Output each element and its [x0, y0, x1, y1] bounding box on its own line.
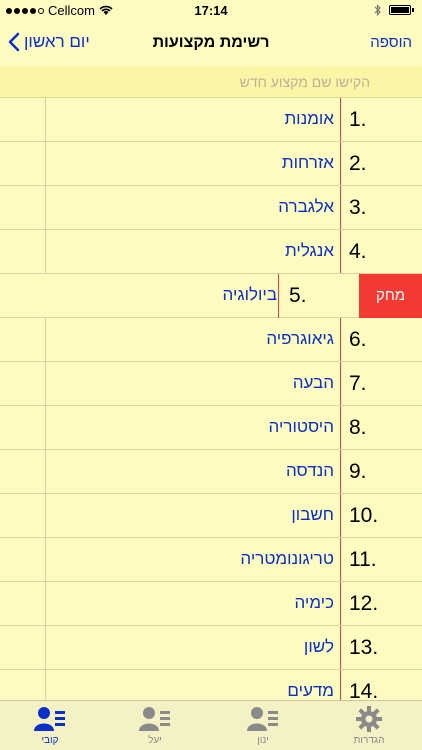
- item-number: 1.: [349, 108, 367, 131]
- gear-icon: [356, 706, 382, 732]
- add-button[interactable]: הוספה: [370, 34, 412, 51]
- new-subject-input[interactable]: [70, 71, 370, 93]
- item-name: כימיה: [294, 593, 334, 612]
- list-item[interactable]: 14. מדעים: [0, 670, 422, 700]
- tab-settings[interactable]: הגדרות: [334, 705, 404, 746]
- margin-line-red: [278, 274, 279, 318]
- item-name: אומנות: [284, 109, 334, 128]
- list-item[interactable]: 2. אזרחות: [0, 142, 422, 186]
- item-number: 7.: [349, 372, 367, 395]
- navigation-bar: יום ראשון רשימת מקצועות הוספה: [0, 22, 422, 66]
- tab-yael[interactable]: יעל: [120, 705, 190, 746]
- contact-card-icon: [247, 707, 278, 731]
- item-number: 8.: [349, 416, 367, 439]
- item-name: מדעים: [287, 681, 334, 700]
- tab-bar: קובי יעל ינון הגדרות: [0, 700, 422, 750]
- item-name: גיאוגרפיה: [266, 329, 334, 348]
- list-item[interactable]: 6. גיאוגרפיה: [0, 318, 422, 362]
- list-item-swiped[interactable]: 5. ביולוגיה מחק: [0, 274, 422, 318]
- item-name: טריגונומטריה: [240, 549, 334, 568]
- contact-card-icon: [34, 707, 65, 731]
- item-name: ביולוגיה: [222, 285, 277, 304]
- tab-label: הגדרות: [353, 735, 385, 746]
- item-name: היסטוריה: [268, 417, 334, 436]
- status-time: 17:14: [194, 3, 228, 18]
- tab-label: ינון: [257, 735, 269, 746]
- item-number: 9.: [349, 460, 367, 483]
- tab-yinon[interactable]: ינון: [228, 705, 298, 746]
- item-name: לשון: [303, 637, 334, 656]
- list-item[interactable]: 13. לשון: [0, 626, 422, 670]
- item-number: 11.: [349, 548, 377, 571]
- delete-button[interactable]: מחק: [359, 274, 422, 318]
- list-item[interactable]: 3. אלגברה: [0, 186, 422, 230]
- item-number: 10.: [349, 504, 379, 527]
- item-name: הנדסה: [285, 461, 334, 480]
- item-number: 2.: [349, 152, 367, 175]
- page-title: רשימת מקצועות: [152, 34, 270, 51]
- item-name: אלגברה: [278, 197, 334, 216]
- item-name: אנגלית: [285, 241, 334, 260]
- status-bar: Cellcom 17:14: [0, 0, 422, 22]
- item-number: 4.: [349, 240, 367, 263]
- list-item[interactable]: 1. אומנות: [0, 98, 422, 142]
- list-item[interactable]: 12. כימיה: [0, 582, 422, 626]
- battery-tip: [412, 8, 414, 12]
- tab-label: יעל: [148, 735, 162, 746]
- item-number: 13.: [349, 636, 379, 659]
- contact-card-icon: [139, 707, 170, 731]
- item-number: 6.: [349, 328, 367, 351]
- item-number: 14.: [349, 680, 379, 700]
- battery-icon: [389, 5, 411, 15]
- subject-list: 1. אומנות 2. אזרחות 3. אלגברה 4. אנגלית …: [0, 98, 422, 700]
- item-name: אזרחות: [281, 153, 334, 172]
- list-item[interactable]: 8. היסטוריה: [0, 406, 422, 450]
- list-item[interactable]: 10. חשבון: [0, 494, 422, 538]
- item-name: חשבון: [291, 505, 334, 524]
- status-indicators: [374, 4, 414, 16]
- list-item[interactable]: 11. טריגונומטריה: [0, 538, 422, 582]
- list-item[interactable]: 9. הנדסה: [0, 450, 422, 494]
- list-item[interactable]: 7. הבעה: [0, 362, 422, 406]
- list-item[interactable]: 4. אנגלית: [0, 230, 422, 274]
- item-number: 3.: [349, 196, 367, 219]
- bluetooth-icon: [374, 4, 381, 16]
- item-name: הבעה: [292, 373, 334, 392]
- item-number: 12.: [349, 592, 379, 615]
- new-subject-row: [0, 66, 422, 98]
- item-number: 5.: [289, 284, 307, 307]
- tab-kobi[interactable]: קובי: [15, 705, 85, 746]
- tab-label: קובי: [41, 735, 59, 746]
